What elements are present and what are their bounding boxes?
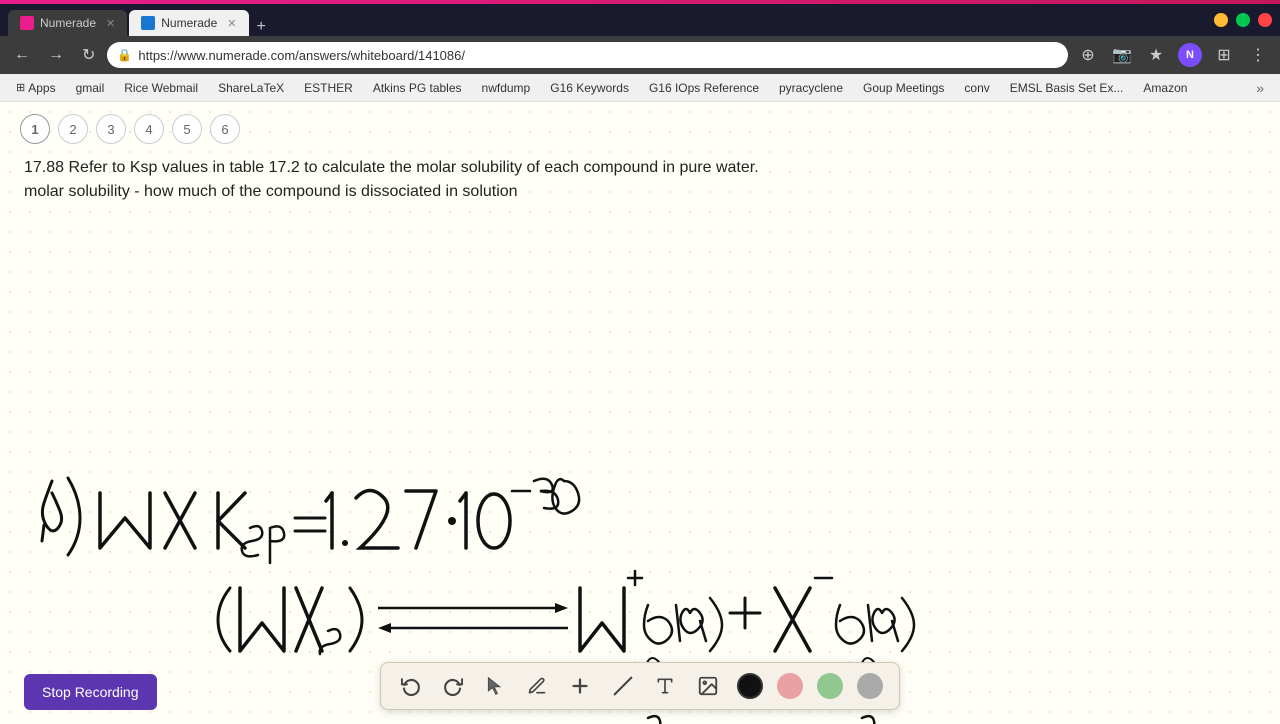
apps-icon: ⊞ (16, 81, 25, 94)
bookmark-emsl[interactable]: EMSL Basis Set Ex... (1002, 79, 1132, 97)
page-circle-3[interactable]: 3 (96, 114, 126, 144)
bookmarks-bar: ⊞ Apps gmail Rice Webmail ShareLaTeX EST… (0, 74, 1280, 102)
camera-button[interactable]: 📷 (1108, 41, 1136, 69)
page-circle-6[interactable]: 6 (210, 114, 240, 144)
bookmark-amazon[interactable]: Amazon (1135, 79, 1195, 97)
cursor-button[interactable] (481, 672, 509, 700)
text-button[interactable] (651, 672, 679, 700)
profile-avatar: N (1178, 43, 1202, 67)
bookmark-esther-label: ESTHER (304, 81, 353, 95)
image-button[interactable] (693, 671, 723, 701)
question-main: 17.88 Refer to Ksp values in table 17.2 … (24, 159, 759, 176)
bookmark-goup-label: Goup Meetings (863, 81, 944, 95)
nav-icons: ⊕ 📷 ★ N ⊞ ⋮ (1074, 41, 1272, 69)
page-circle-5[interactable]: 5 (172, 114, 202, 144)
bookmark-atkins-label: Atkins PG tables (373, 81, 462, 95)
tab-1[interactable]: Numerade ✕ (8, 10, 127, 36)
bookmark-sharelatex[interactable]: ShareLaTeX (210, 79, 292, 97)
question-subtitle: molar solubility - how much of the compo… (24, 183, 518, 200)
bookmark-gmail[interactable]: gmail (68, 79, 113, 97)
pen-button[interactable] (523, 672, 551, 700)
maximize-button[interactable] (1236, 13, 1250, 27)
extensions-button[interactable]: ⊕ (1074, 41, 1102, 69)
back-button[interactable]: ← (8, 44, 36, 66)
bookmark-g16iops-label: G16 IOps Reference (649, 81, 759, 95)
bookmark-pyra-label: pyracyclene (779, 81, 843, 95)
page-content: 1 2 3 4 5 6 17.88 Refer to Ksp values in… (0, 102, 1280, 724)
color-black[interactable] (737, 673, 763, 699)
nav-bar: ← → ↻ 🔒 https://www.numerade.com/answers… (0, 36, 1280, 74)
tab-2[interactable]: Numerade ✕ (129, 10, 248, 36)
tab1-close[interactable]: ✕ (106, 17, 115, 30)
color-gray[interactable] (857, 673, 883, 699)
bookmark-conv-label: conv (964, 81, 989, 95)
bookmark-gmail-label: gmail (76, 81, 105, 95)
tabs-area: Numerade ✕ Numerade ✕ + (8, 4, 272, 36)
minimize-button[interactable] (1214, 13, 1228, 27)
bookmark-esther[interactable]: ESTHER (296, 79, 361, 97)
close-button[interactable] (1258, 13, 1272, 27)
forward-button[interactable]: → (42, 44, 70, 66)
bookmark-g16kw[interactable]: G16 Keywords (542, 79, 637, 97)
bookmark-atkins[interactable]: Atkins PG tables (365, 79, 470, 97)
color-green[interactable] (817, 673, 843, 699)
bookmark-emsl-label: EMSL Basis Set Ex... (1010, 81, 1124, 95)
window-controls (1214, 13, 1272, 27)
bookmark-nwfdump[interactable]: nwfdump (474, 79, 539, 97)
tab2-close[interactable]: ✕ (227, 17, 236, 30)
bookmark-amazon-label: Amazon (1143, 81, 1187, 95)
new-tab-button[interactable]: + (251, 18, 272, 36)
refresh-button[interactable]: ↻ (76, 43, 101, 67)
bookmark-apps-label: Apps (28, 81, 55, 95)
lock-icon: 🔒 (117, 48, 132, 62)
bookmark-conv[interactable]: conv (956, 79, 997, 97)
bookmark-pyra[interactable]: pyracyclene (771, 79, 851, 97)
menu-button[interactable]: ⋮ (1244, 41, 1272, 69)
tab1-icon (20, 16, 34, 30)
page-circle-4[interactable]: 4 (134, 114, 164, 144)
redo-button[interactable] (439, 672, 467, 700)
star-button[interactable]: ★ (1142, 41, 1170, 69)
bookmark-sharelatex-label: ShareLaTeX (218, 81, 284, 95)
question-text: 17.88 Refer to Ksp values in table 17.2 … (0, 152, 1280, 208)
address-bar[interactable]: 🔒 https://www.numerade.com/answers/white… (107, 42, 1068, 68)
sidebar-button[interactable]: ⊞ (1210, 41, 1238, 69)
bookmark-g16iops[interactable]: G16 IOps Reference (641, 79, 767, 97)
tab2-icon (141, 16, 155, 30)
eraser-button[interactable] (609, 672, 637, 700)
bookmark-ricewebmail-label: Rice Webmail (124, 81, 198, 95)
tab2-label: Numerade (161, 16, 217, 30)
address-text: https://www.numerade.com/answers/whitebo… (138, 48, 1058, 63)
tab1-label: Numerade (40, 16, 96, 30)
page-nav: 1 2 3 4 5 6 (0, 102, 1280, 152)
color-pink[interactable] (777, 673, 803, 699)
bookmark-ricewebmail[interactable]: Rice Webmail (116, 79, 206, 97)
bookmarks-more-label: » (1256, 80, 1264, 96)
add-button[interactable] (565, 671, 595, 701)
bookmark-goup[interactable]: Goup Meetings (855, 79, 952, 97)
bookmark-apps[interactable]: ⊞ Apps (8, 79, 64, 97)
profile-button[interactable]: N (1176, 41, 1204, 69)
undo-button[interactable] (397, 672, 425, 700)
bookmarks-more[interactable]: » (1248, 78, 1272, 98)
bookmark-g16kw-label: G16 Keywords (550, 81, 629, 95)
drawing-toolbar (380, 662, 900, 710)
page-circle-1[interactable]: 1 (20, 114, 50, 144)
title-bar: Numerade ✕ Numerade ✕ + (0, 4, 1280, 36)
bookmark-nwfdump-label: nwfdump (482, 81, 531, 95)
stop-recording-button[interactable]: Stop Recording (24, 674, 157, 710)
page-circle-2[interactable]: 2 (58, 114, 88, 144)
